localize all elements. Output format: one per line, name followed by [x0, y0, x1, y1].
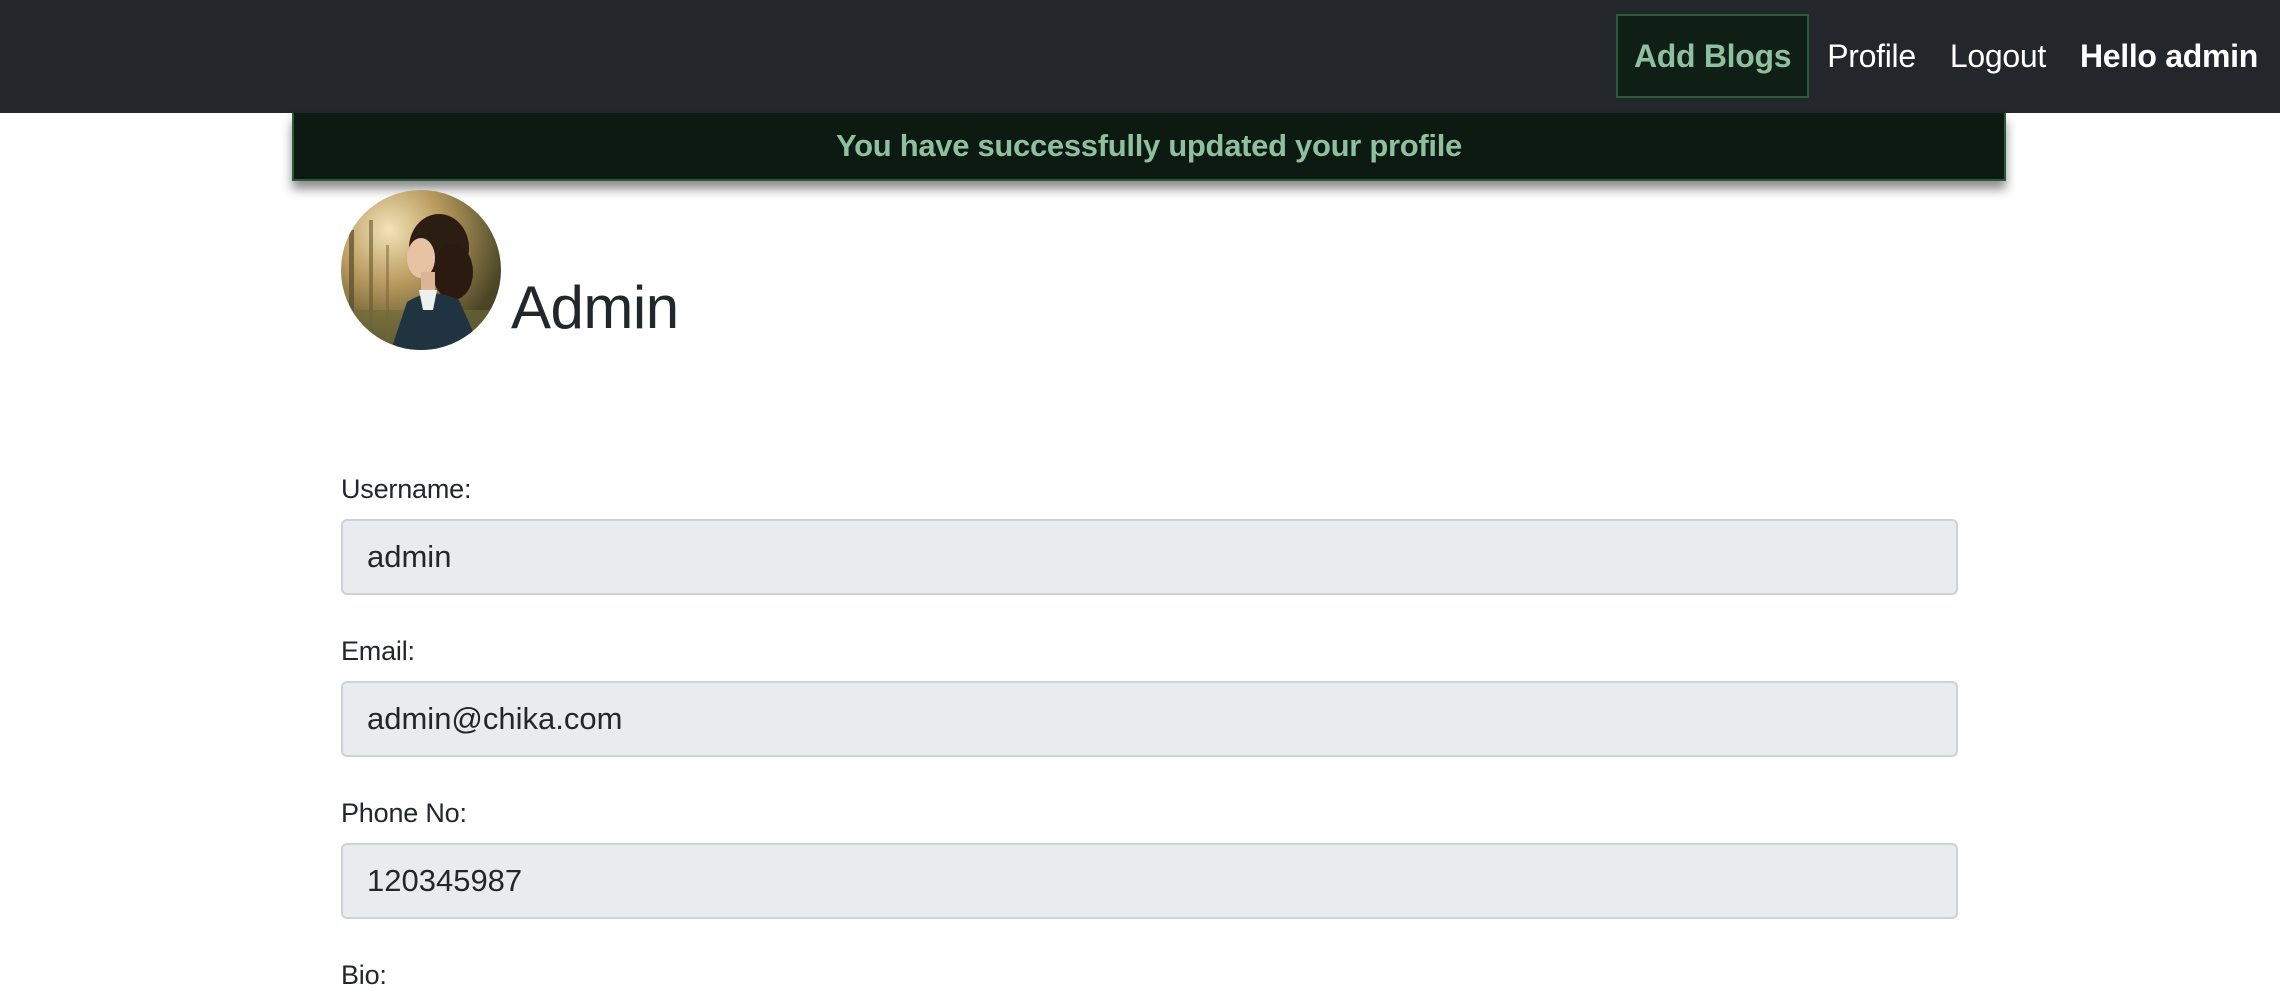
avatar [341, 190, 501, 350]
phone-label: Phone No: [341, 798, 467, 828]
top-navbar: Add Blogs Profile Logout Hello admin [0, 0, 2280, 113]
phone-input[interactable] [341, 843, 1958, 919]
nav-logout-link[interactable]: Logout [1948, 38, 2048, 75]
nav-profile-link[interactable]: Profile [1825, 38, 1918, 75]
nav-menu: Add Blogs Profile Logout Hello admin [1615, 14, 2258, 98]
username-input[interactable] [341, 519, 1958, 595]
email-label: Email: [341, 636, 415, 666]
profile-name: Admin [511, 274, 679, 341]
email-input[interactable] [341, 681, 1958, 757]
bio-label: Bio: [341, 960, 387, 990]
user-greeting: Hello admin [2079, 37, 2258, 74]
username-label: Username: [341, 474, 472, 504]
success-alert: You have successfully updated your profi… [292, 113, 2006, 181]
avatar-photo [341, 190, 501, 350]
add-blogs-button[interactable]: Add Blogs [1615, 14, 1810, 98]
